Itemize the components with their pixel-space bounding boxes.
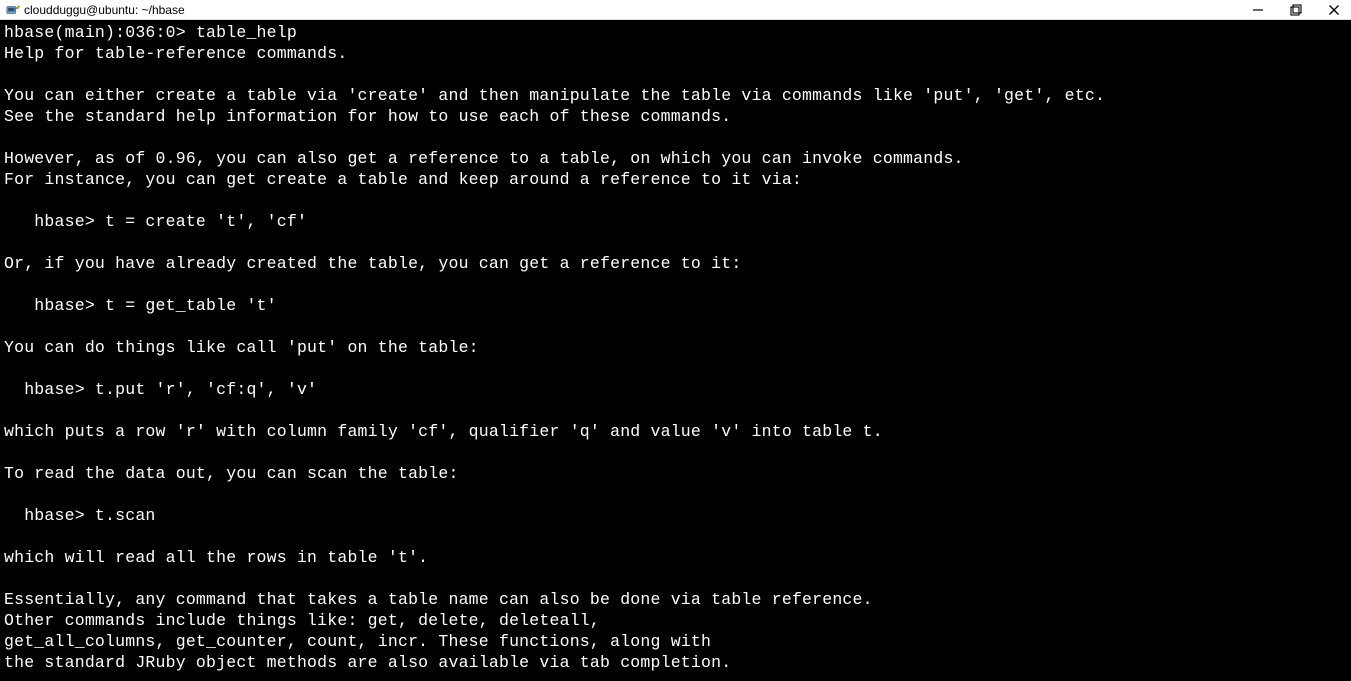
window-controls [1251,3,1349,17]
maximize-button[interactable] [1289,3,1303,17]
titlebar: cloudduggu@ubuntu: ~/hbase [0,0,1351,20]
terminal-output: Help for table-reference commands. You c… [4,44,1105,672]
minimize-button[interactable] [1251,3,1265,17]
titlebar-left: cloudduggu@ubuntu: ~/hbase [6,3,185,17]
terminal[interactable]: hbase(main):036:0> table_help Help for t… [0,20,1351,681]
terminal-command: table_help [196,23,297,42]
terminal-prompt: hbase(main):036:0> [4,23,196,42]
putty-icon [6,3,20,17]
close-button[interactable] [1327,3,1341,17]
window-title: cloudduggu@ubuntu: ~/hbase [24,3,185,17]
